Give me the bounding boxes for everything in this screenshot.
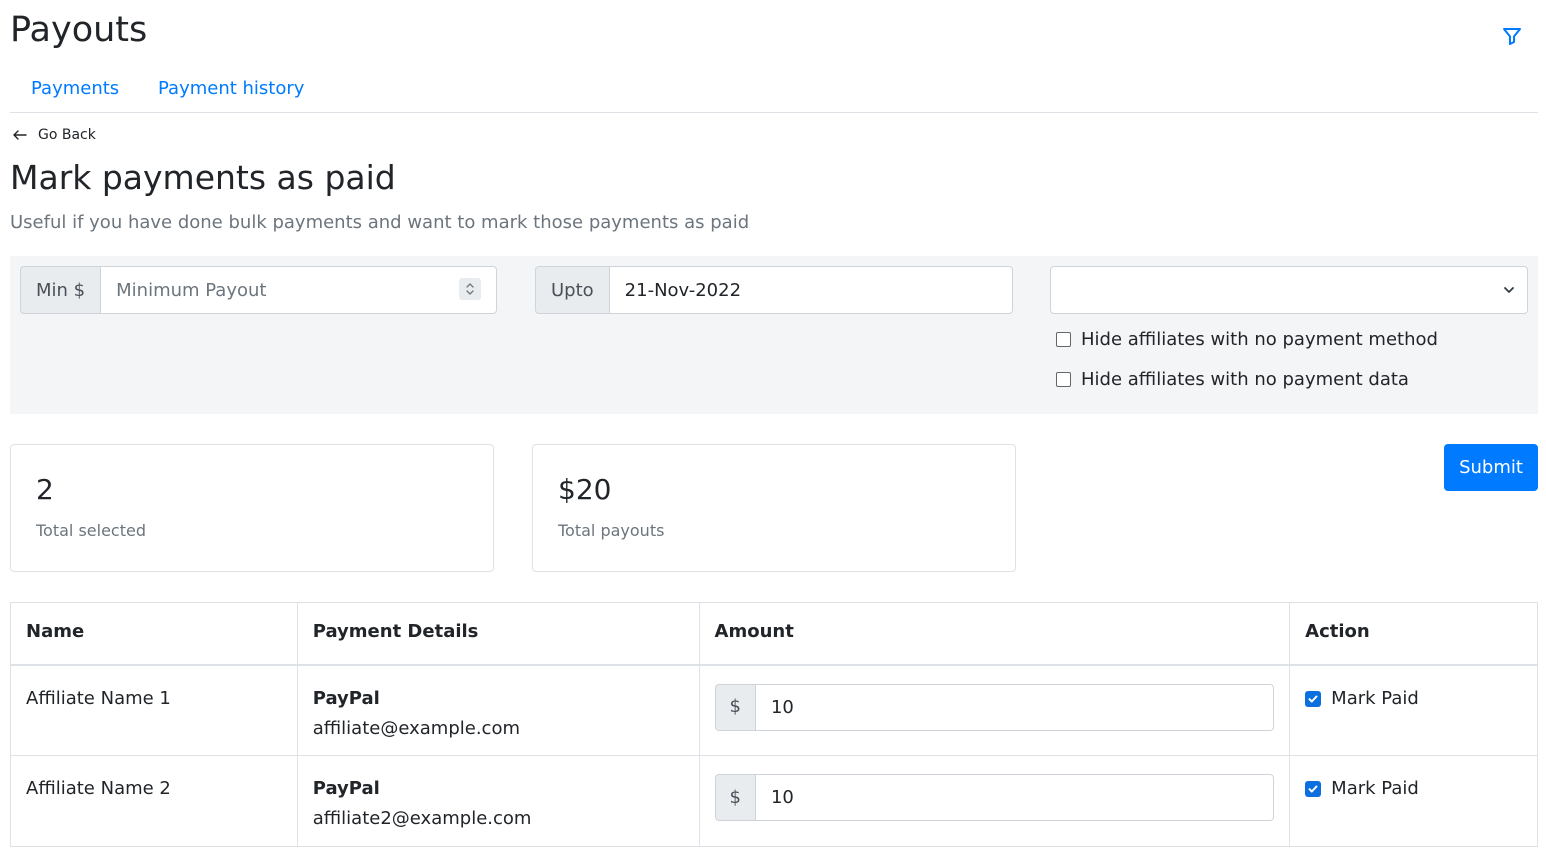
column-header-payment-details: Payment Details (296, 602, 700, 666)
section-subtitle: Useful if you have done bulk payments an… (10, 212, 750, 233)
column-header-amount: Amount (698, 602, 1291, 666)
action-cell: Mark Paid (1289, 664, 1538, 756)
min-payout-group: Min $ (20, 266, 497, 314)
payment-email: affiliate@example.com (312, 717, 520, 739)
tab-payment-history[interactable]: Payment history (158, 77, 304, 101)
payment-details-cell: PayPal affiliate@example.com (296, 664, 700, 756)
amount-input[interactable] (754, 774, 1275, 821)
arrow-left-icon (13, 130, 27, 140)
upto-date-input[interactable] (608, 266, 1013, 314)
affiliate-name: Affiliate Name 1 (10, 664, 298, 756)
filter-icon[interactable] (1500, 24, 1524, 48)
action-cell: Mark Paid (1289, 755, 1538, 847)
go-back-label: Go Back (38, 127, 96, 143)
payouts-table: Name Payment Details Amount Action Affil… (10, 602, 1538, 847)
mark-paid-label: Mark Paid (1331, 687, 1419, 709)
number-spinner[interactable] (459, 278, 481, 300)
payment-details-cell: PayPal affiliate2@example.com (296, 755, 700, 847)
min-payout-input[interactable] (100, 266, 497, 314)
column-header-name: Name (10, 602, 298, 666)
checkbox-checked[interactable] (1305, 690, 1322, 707)
stat-card-total-payouts: $20 Total payouts (532, 444, 1016, 572)
upto-date-group: Upto (535, 266, 1013, 314)
amount-input-group: $ (714, 683, 1275, 731)
amount-input-group: $ (714, 774, 1275, 821)
currency-label: $ (714, 683, 755, 731)
payment-method: PayPal (312, 687, 380, 709)
tabs-nav: Payments Payment history (10, 68, 1538, 113)
checkbox-label: Hide affiliates with no payment method (1081, 329, 1438, 350)
stat-label: Total selected (36, 521, 146, 540)
table-row: Affiliate Name 2 PayPal affiliate2@examp… (10, 755, 1538, 847)
checkmark-icon (1308, 785, 1318, 793)
chevron-down-icon (1504, 287, 1514, 293)
submit-button[interactable]: Submit (1444, 444, 1538, 491)
amount-cell: $ (698, 755, 1291, 847)
upto-label: Upto (535, 266, 609, 314)
column-header-action: Action (1289, 602, 1538, 666)
hide-no-data-checkbox[interactable]: Hide affiliates with no payment data (1056, 369, 1409, 390)
table-row: Affiliate Name 1 PayPal affiliate@exampl… (10, 664, 1538, 756)
payment-method: PayPal (312, 778, 380, 799)
checkbox-box[interactable] (1056, 332, 1071, 347)
checkmark-icon (1308, 695, 1318, 702)
tab-payments[interactable]: Payments (31, 77, 119, 101)
payment-method-select[interactable] (1050, 266, 1528, 314)
mark-paid-label: Mark Paid (1331, 778, 1419, 799)
stat-value: 2 (36, 473, 54, 506)
section-title: Mark payments as paid (10, 158, 396, 197)
payment-email: affiliate2@example.com (312, 808, 532, 829)
hide-no-method-checkbox[interactable]: Hide affiliates with no payment method (1056, 329, 1438, 350)
affiliate-name: Affiliate Name 2 (10, 755, 298, 847)
checkbox-checked[interactable] (1305, 781, 1322, 797)
min-label: Min $ (20, 266, 101, 314)
amount-input[interactable] (754, 683, 1275, 731)
stat-card-total-selected: 2 Total selected (10, 444, 494, 572)
amount-cell: $ (698, 664, 1291, 756)
page-title: Payouts (10, 10, 148, 50)
stat-value: $20 (558, 473, 612, 506)
currency-label: $ (714, 774, 755, 821)
mark-paid-checkbox[interactable]: Mark Paid (1305, 684, 1522, 714)
spinner-chevrons-icon (466, 283, 474, 295)
mark-paid-checkbox[interactable]: Mark Paid (1305, 774, 1522, 804)
go-back-link[interactable]: Go Back (10, 125, 96, 145)
stat-label: Total payouts (558, 521, 665, 540)
table-header-row: Name Payment Details Amount Action (10, 602, 1538, 666)
checkbox-box[interactable] (1056, 372, 1071, 387)
checkbox-label: Hide affiliates with no payment data (1081, 369, 1409, 390)
